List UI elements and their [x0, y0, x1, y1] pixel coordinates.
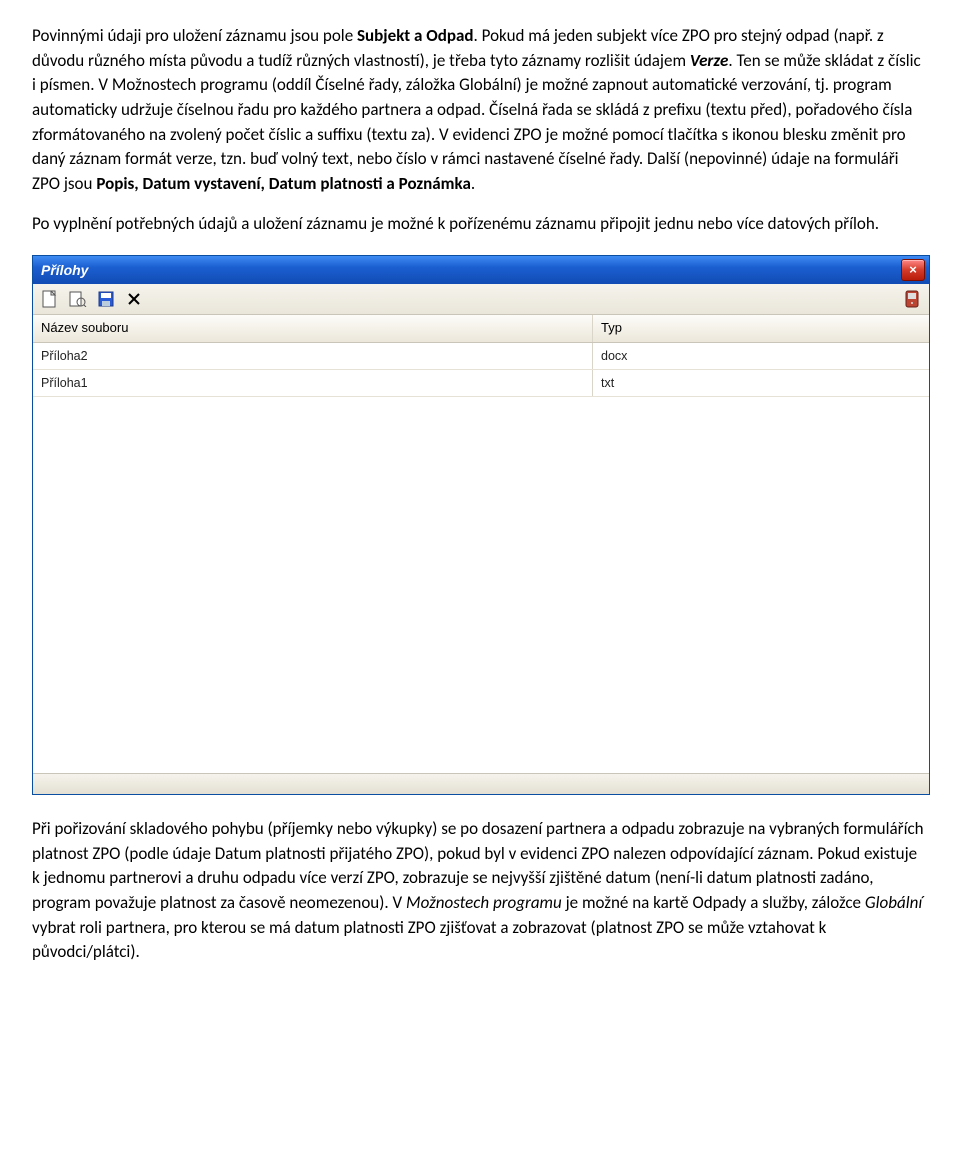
- open-icon[interactable]: [69, 290, 87, 308]
- save-icon[interactable]: [97, 290, 115, 308]
- close-icon: ×: [909, 261, 917, 280]
- grid-header: Název souboru Typ: [33, 315, 929, 343]
- cell-filename: Příloha2: [33, 343, 593, 369]
- text: Povinnými údaji pro uložení záznamu jsou…: [32, 25, 357, 46]
- table-row[interactable]: Příloha2 docx: [33, 343, 929, 370]
- window-statusbar: [33, 773, 929, 794]
- grid-body: Příloha2 docx Příloha1 txt: [33, 343, 929, 773]
- text-bold: Subjekt a Odpad: [357, 25, 474, 46]
- text-italic: Globální: [865, 892, 922, 913]
- cell-filename: Příloha1: [33, 370, 593, 396]
- delete-icon[interactable]: [125, 290, 143, 308]
- device-icon[interactable]: [903, 290, 921, 308]
- new-icon[interactable]: [41, 290, 59, 308]
- window-titlebar[interactable]: Přílohy ×: [33, 256, 929, 284]
- cell-type: docx: [593, 343, 929, 369]
- column-type[interactable]: Typ: [593, 315, 929, 342]
- toolbar: [33, 284, 929, 315]
- paragraph-1: Povinnými údaji pro uložení záznamu jsou…: [32, 24, 928, 196]
- text-italic-bold: Verze: [690, 50, 728, 71]
- cell-type: txt: [593, 370, 929, 396]
- text-bold: Popis, Datum vystavení, Datum platnosti …: [96, 173, 471, 194]
- column-filename[interactable]: Název souboru: [33, 315, 593, 342]
- text: je možné na kartě Odpady a služby, zálož…: [562, 892, 865, 913]
- paragraph-3: Při pořizování skladového pohybu (příjem…: [32, 817, 928, 965]
- text: vybrat roli partnera, pro kterou se má d…: [32, 917, 826, 963]
- attachments-window: Přílohy × Název souboru Typ Příloha2: [32, 255, 930, 795]
- paragraph-2: Po vyplnění potřebných údajů a uložení z…: [32, 212, 928, 237]
- close-button[interactable]: ×: [901, 259, 925, 281]
- window-title: Přílohy: [41, 260, 88, 280]
- attachments-grid: Název souboru Typ Příloha2 docx Příloha1…: [33, 315, 929, 773]
- text-italic: Možnostech programu: [406, 892, 562, 913]
- text: .: [471, 173, 475, 194]
- table-row[interactable]: Příloha1 txt: [33, 370, 929, 397]
